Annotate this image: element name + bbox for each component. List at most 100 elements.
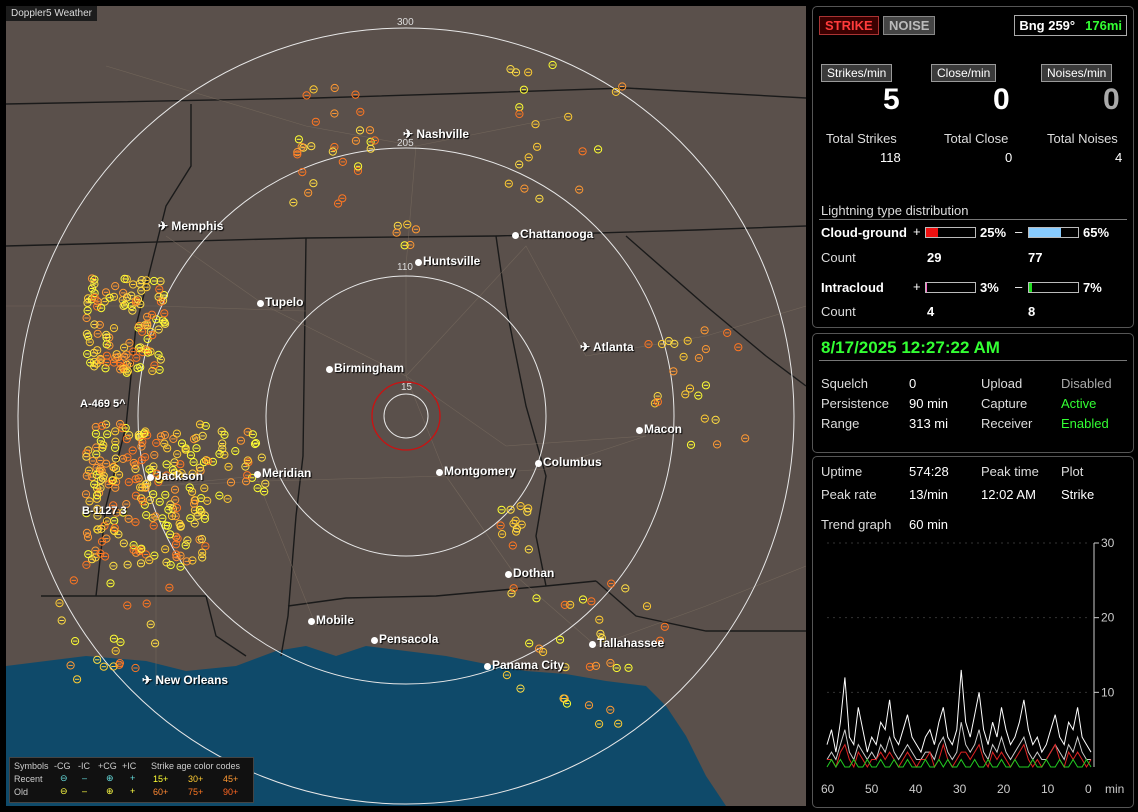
strike-mode-button[interactable]: STRIKE: [819, 16, 879, 35]
city-label-birmingham: Birmingham: [334, 361, 405, 375]
cg-plus-sign: +: [913, 224, 921, 239]
city-dot-icon: [254, 471, 261, 478]
city-label-meridian: Meridian: [262, 466, 312, 480]
persistence-label: Persistence: [821, 396, 889, 411]
ring-label-300: 300: [397, 17, 414, 28]
city-dot-icon: [636, 427, 643, 434]
legend-col-neg-ic: -IC: [78, 761, 90, 771]
total-close-label: Total Close: [944, 131, 1009, 146]
city-dot-icon: [147, 474, 154, 481]
city-dot-icon: [512, 232, 519, 239]
ic-positive-count: 4: [927, 304, 935, 319]
noises-per-min-value: 0: [1103, 83, 1120, 116]
ic-count-label: Count: [821, 304, 856, 319]
squelch-label: Squelch: [821, 376, 868, 391]
radar-map[interactable]: Doppler5 Weather 300 205 110 15 ✈ Nashvi…: [6, 6, 806, 806]
upload-value[interactable]: Disabled: [1061, 376, 1112, 391]
total-strikes-value: 118: [880, 150, 901, 165]
total-noises-label: Total Noises: [1047, 131, 1118, 146]
uptime-value: 574:28: [909, 464, 949, 479]
plot-value[interactable]: Strike: [1061, 487, 1094, 502]
strike-marker-a: A-469 5^: [80, 398, 126, 410]
strikes-per-min-tab[interactable]: Strikes/min: [821, 64, 893, 82]
trend-graph-value[interactable]: 60 min: [909, 517, 948, 532]
trend-graph: 30 20 10 60 50 40 30 20 10 0 min: [821, 536, 1124, 796]
trend-x-tick-label: 0: [1085, 782, 1092, 796]
city-dot-icon: [308, 618, 315, 625]
intracloud-label: Intracloud: [821, 280, 884, 295]
bearing-value: Bng 259°: [1019, 18, 1076, 33]
upload-label: Upload: [981, 376, 1023, 391]
ring-label-15: 15: [401, 382, 413, 393]
trend-graph-label: Trend graph: [821, 517, 892, 532]
city-label-atlanta: ✈ Atlanta: [580, 340, 634, 354]
cg-positive-bar: [925, 227, 976, 238]
ring-label-110: 110: [397, 262, 413, 273]
total-strikes-label: Total Strikes: [826, 131, 897, 146]
legend-age-15: 15+: [153, 774, 169, 784]
ic-plus-sign: +: [913, 279, 921, 294]
legend-col-neg-cg: -CG: [54, 761, 71, 771]
ring-15-inner: [383, 393, 429, 439]
city-label-panama-city: Panama City: [492, 658, 565, 672]
city-dot-icon: [589, 641, 596, 648]
distance-value: 176mi: [1085, 18, 1122, 33]
status-divider: [819, 360, 1127, 361]
ic-negative-count: 8: [1028, 304, 1036, 319]
persistence-value[interactable]: 90 min: [909, 396, 948, 411]
legend-age-30: 30+: [188, 774, 204, 784]
city-dot-icon: [436, 469, 443, 476]
city-dot-icon: [371, 637, 378, 644]
squelch-value[interactable]: 0: [909, 376, 916, 391]
city-dot-icon: [415, 259, 422, 266]
city-label-columbus: Columbus: [543, 455, 602, 469]
strike-stats-panel: STRIKE NOISE Bng 259° 176mi Strikes/min C…: [812, 6, 1134, 328]
legend-age-60: 60+: [153, 787, 169, 797]
legend-recent-neg-ic-icon: –: [82, 773, 88, 783]
city-label-macon: Macon: [644, 422, 683, 436]
legend-age-title: Strike age color codes: [151, 761, 241, 771]
peak-rate-value: 13/min: [909, 487, 949, 502]
capture-value[interactable]: Active: [1061, 396, 1096, 411]
legend-age-90: 90+: [223, 787, 239, 797]
trend-x-axis-label: min: [1105, 782, 1124, 796]
legend-old-neg-ic-icon: –: [82, 786, 88, 796]
cg-negative-bar: [1028, 227, 1079, 238]
map-canvas[interactable]: [6, 6, 806, 806]
status-panel: 8/17/2025 12:27:22 AM Squelch 0 Upload D…: [812, 333, 1134, 453]
close-per-min-tab[interactable]: Close/min: [931, 64, 997, 82]
legend-old-pos-cg-icon: ⊕: [106, 786, 114, 796]
legend-col-pos-cg: +CG: [98, 761, 117, 771]
noise-mode-button[interactable]: NOISE: [883, 16, 936, 35]
city-label-mobile: Mobile: [316, 613, 354, 627]
legend-age-75: 75+: [188, 787, 204, 797]
city-dot-icon: [505, 571, 512, 578]
peak-time-value: 12:02 AM: [981, 487, 1036, 502]
range-label: Range: [821, 416, 860, 431]
ic-negative-bar: [1028, 282, 1079, 293]
trend-y-tick-label: 20: [1101, 611, 1115, 625]
trend-x-tick-label: 10: [1041, 782, 1055, 796]
city-label-nashville: ✈ Nashville: [403, 127, 470, 141]
city-label-tupelo: Tupelo: [265, 295, 304, 309]
total-noises-value: 4: [1115, 150, 1123, 165]
city-label-huntsville: Huntsville: [423, 254, 481, 268]
receiver-label: Receiver: [981, 416, 1033, 431]
ic-positive-percent: 3%: [980, 280, 999, 295]
cg-positive-count: 29: [927, 250, 942, 265]
range-value[interactable]: 313 mi: [909, 416, 948, 431]
city-label-memphis: ✈ Memphis: [158, 219, 224, 233]
receiver-value[interactable]: Enabled: [1061, 416, 1109, 431]
total-close-value: 0: [1005, 150, 1013, 165]
noises-per-min-tab[interactable]: Noises/min: [1041, 64, 1113, 82]
trend-x-tick-label: 30: [953, 782, 967, 796]
trend-y-tick-label: 10: [1101, 685, 1115, 699]
city-dot-icon: [484, 663, 491, 670]
ic-positive-bar: [925, 282, 976, 293]
legend-recent-pos-cg-icon: ⊕: [106, 773, 114, 783]
legend-symbols-label: Symbols: [14, 761, 49, 771]
city-dot-icon: [326, 366, 333, 373]
uptime-label: Uptime: [821, 464, 863, 479]
legend-old-neg-cg-icon: ⊖: [60, 786, 68, 796]
cg-positive-percent: 25%: [980, 225, 1007, 240]
